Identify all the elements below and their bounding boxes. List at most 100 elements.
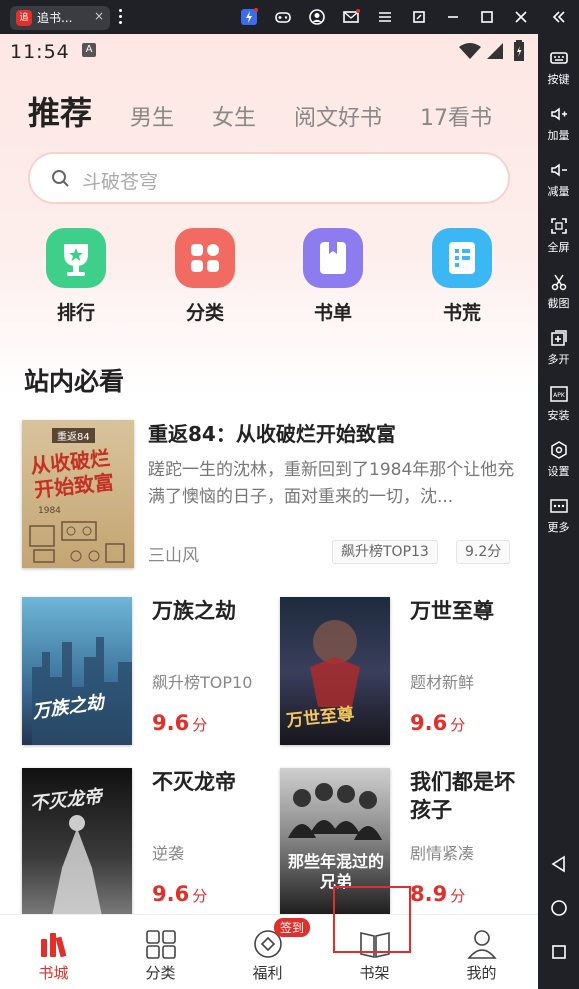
restore-icon[interactable] bbox=[410, 8, 428, 26]
booklist-icon bbox=[303, 228, 363, 288]
home-icon[interactable] bbox=[549, 898, 569, 918]
nav-label: 书架 bbox=[359, 964, 390, 982]
bookstore-icon bbox=[40, 933, 66, 958]
nav-label: 福利 bbox=[252, 964, 283, 982]
category-label: 排行 bbox=[56, 302, 95, 324]
tab-recommend[interactable]: 推荐 bbox=[28, 88, 92, 134]
trophy-icon bbox=[46, 228, 106, 288]
book-card[interactable]: 不灭龙帝 不灭龙帝 逆袭 9.6 分 bbox=[22, 768, 262, 916]
mail-icon[interactable] bbox=[342, 8, 360, 26]
collapse-icon[interactable] bbox=[550, 8, 568, 26]
sidebar-label: 减量 bbox=[547, 185, 570, 198]
book-score: 9.6 分 bbox=[152, 882, 207, 906]
sidebar-item-install[interactable]: APK 安装 bbox=[538, 384, 579, 440]
recents-icon[interactable] bbox=[549, 942, 569, 962]
sidebar-item-volume-down[interactable]: 减量 bbox=[538, 160, 579, 216]
search-icon bbox=[52, 170, 69, 187]
category-classify[interactable]: 分类 bbox=[170, 228, 240, 325]
volume-up-icon bbox=[550, 107, 567, 121]
minimize-icon[interactable] bbox=[444, 8, 462, 26]
cover-illustration bbox=[29, 521, 125, 563]
score-value: 9.6 bbox=[152, 882, 190, 906]
tab-17k[interactable]: 17看书 bbox=[420, 100, 492, 132]
status-bar: 11:54 A bbox=[0, 34, 538, 70]
sidebar-label: 截图 bbox=[547, 297, 570, 310]
book-cover: 万族之劫 bbox=[22, 597, 132, 745]
nav-classify[interactable]: 分类 bbox=[107, 915, 214, 989]
sidebar-label: 多开 bbox=[547, 353, 570, 366]
multi-instance-icon bbox=[550, 330, 567, 346]
account-icon[interactable] bbox=[308, 8, 326, 26]
sidebar-label: 设置 bbox=[547, 465, 570, 478]
score-value: 9.6 bbox=[410, 711, 448, 735]
category-label: 分类 bbox=[185, 302, 224, 324]
featured-book-title[interactable]: 重返84：从收破烂开始致富 bbox=[148, 418, 396, 447]
sidebar-item-more[interactable]: 更多 bbox=[538, 496, 579, 552]
emulator-sidebar: 按键 加量 减量 全屏 截图 多开 APK 安装 设置 更多 bbox=[538, 34, 579, 989]
settings-icon bbox=[550, 441, 567, 459]
status-time: 11:54 bbox=[10, 41, 70, 63]
rank-badge: 飙升榜TOP13 bbox=[332, 540, 438, 564]
boost-icon[interactable] bbox=[240, 8, 258, 26]
book-score: 9.6 分 bbox=[152, 711, 207, 735]
menu-dots-icon[interactable] bbox=[119, 9, 123, 25]
phone-screen: 11:54 A 推荐 男生 女生 阅文好书 17看书 斗破苍穹 排行 分类 书单 bbox=[0, 34, 538, 989]
notification-icon: A bbox=[82, 43, 96, 57]
gamepad-icon[interactable] bbox=[274, 8, 292, 26]
book-tag: 剧情紧凑 bbox=[410, 844, 475, 863]
profile-icon bbox=[466, 930, 497, 959]
grid-icon bbox=[175, 228, 235, 288]
category-shortage[interactable]: 书荒 bbox=[427, 228, 497, 325]
sidebar-label: 安装 bbox=[547, 409, 570, 422]
back-icon[interactable] bbox=[549, 854, 569, 874]
book-tag: 飙升榜TOP10 bbox=[152, 673, 253, 692]
tab-male[interactable]: 男生 bbox=[130, 100, 174, 132]
score-unit: 分 bbox=[192, 716, 208, 734]
sidebar-item-settings[interactable]: 设置 bbox=[538, 440, 579, 496]
book-score: 8.9 分 bbox=[410, 882, 465, 906]
nav-profile[interactable]: 我的 bbox=[428, 915, 535, 989]
sidebar-item-multi[interactable]: 多开 bbox=[538, 328, 579, 384]
apk-icon: APK bbox=[549, 386, 568, 402]
book-card[interactable]: 万世至尊 万世至尊 题材新鲜 9.6 分 bbox=[280, 597, 520, 747]
score-value: 8.9 bbox=[410, 882, 448, 906]
book-title: 万族之劫 bbox=[152, 599, 236, 623]
score-badge: 9.2分 bbox=[456, 540, 511, 564]
search-placeholder: 斗破苍穹 bbox=[82, 171, 159, 193]
menu-icon[interactable] bbox=[376, 8, 394, 26]
tab-yuewen[interactable]: 阅文好书 bbox=[294, 100, 382, 132]
cover-text: 1984 bbox=[38, 506, 61, 516]
sidebar-item-keys[interactable]: 按键 bbox=[538, 48, 579, 104]
checkin-badge: 签到 bbox=[274, 918, 311, 937]
book-cover: 万世至尊 bbox=[280, 597, 390, 745]
more-icon bbox=[549, 499, 568, 513]
sidebar-label: 按键 bbox=[547, 73, 570, 86]
section-title: 站内必看 bbox=[24, 367, 125, 396]
book-card[interactable]: 万族之劫 万族之劫 飙升榜TOP10 9.6 分 bbox=[22, 597, 262, 747]
sidebar-item-volume-up[interactable]: 加量 bbox=[538, 104, 579, 160]
highlight-box bbox=[333, 886, 411, 953]
search-input[interactable]: 斗破苍穹 bbox=[28, 152, 510, 204]
category-booklist[interactable]: 书单 bbox=[298, 228, 368, 325]
sidebar-item-screenshot[interactable]: 截图 bbox=[538, 272, 579, 328]
category-ranking[interactable]: 排行 bbox=[41, 228, 111, 325]
maximize-icon[interactable] bbox=[478, 8, 496, 26]
book-tag: 逆袭 bbox=[152, 844, 185, 863]
nav-welfare[interactable]: 福利 签到 bbox=[214, 915, 321, 989]
nav-label: 我的 bbox=[466, 964, 497, 982]
score-unit: 分 bbox=[192, 887, 208, 905]
app-tab[interactable]: 追 追书... × bbox=[10, 6, 110, 30]
sidebar-item-fullscreen[interactable]: 全屏 bbox=[538, 216, 579, 272]
wifi-icon bbox=[459, 43, 481, 59]
tab-close-icon[interactable]: × bbox=[94, 9, 104, 23]
nav-bookstore[interactable]: 书城 bbox=[0, 915, 107, 989]
bottom-nav: 书城 分类 福利 签到 书架 我的 bbox=[0, 914, 538, 989]
sidebar-label: 全屏 bbox=[547, 241, 570, 254]
cover-text: 重返84 bbox=[52, 428, 95, 443]
close-icon[interactable] bbox=[512, 8, 530, 26]
scissors-icon bbox=[551, 274, 566, 291]
tab-female[interactable]: 女生 bbox=[212, 100, 256, 132]
featured-book-cover[interactable]: 重返84 从收破烂 开始致富 1984 bbox=[22, 420, 134, 568]
category-grid-icon bbox=[145, 930, 176, 959]
nav-label: 书城 bbox=[38, 964, 69, 982]
